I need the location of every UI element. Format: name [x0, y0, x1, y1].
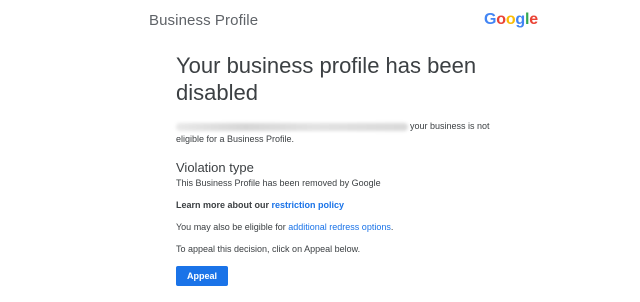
- redacted-text: [176, 122, 408, 131]
- learn-more-prefix: Learn more about our: [176, 200, 270, 210]
- redress-prefix: You may also be eligible for: [176, 222, 286, 232]
- google-logo-letter: e: [529, 11, 538, 28]
- header-title: Business Profile: [149, 12, 259, 29]
- redress-options-link[interactable]: additional redress options: [288, 222, 391, 232]
- violation-text: This Business Profile has been removed b…: [176, 178, 381, 188]
- reason-text: your business is not: [176, 120, 496, 133]
- restriction-policy-link[interactable]: restriction policy: [272, 200, 345, 210]
- google-logo-letter: o: [505, 11, 516, 28]
- learn-more-line: Learn more about our restriction policy: [176, 199, 496, 211]
- google-logo-letter: G: [484, 11, 497, 28]
- violation-title: Violation type: [176, 160, 254, 175]
- redress-suffix: .: [390, 222, 394, 232]
- appeal-button[interactable]: Appeal: [176, 266, 228, 286]
- google-logo: Google: [484, 11, 538, 29]
- main-content: Your business profile has been disabled …: [176, 52, 496, 255]
- appeal-instructions: To appeal this decision, click on Appeal…: [176, 244, 361, 254]
- reason-line-2: eligible for a Business Profile.: [176, 134, 295, 144]
- page-title: Your business profile has been disabled: [176, 53, 477, 105]
- reason-tail: your business is not: [410, 121, 490, 131]
- google-logo-letter: o: [496, 11, 506, 28]
- google-logo-letter: g: [515, 11, 525, 28]
- redress-line: You may also be eligible for additional …: [176, 221, 496, 233]
